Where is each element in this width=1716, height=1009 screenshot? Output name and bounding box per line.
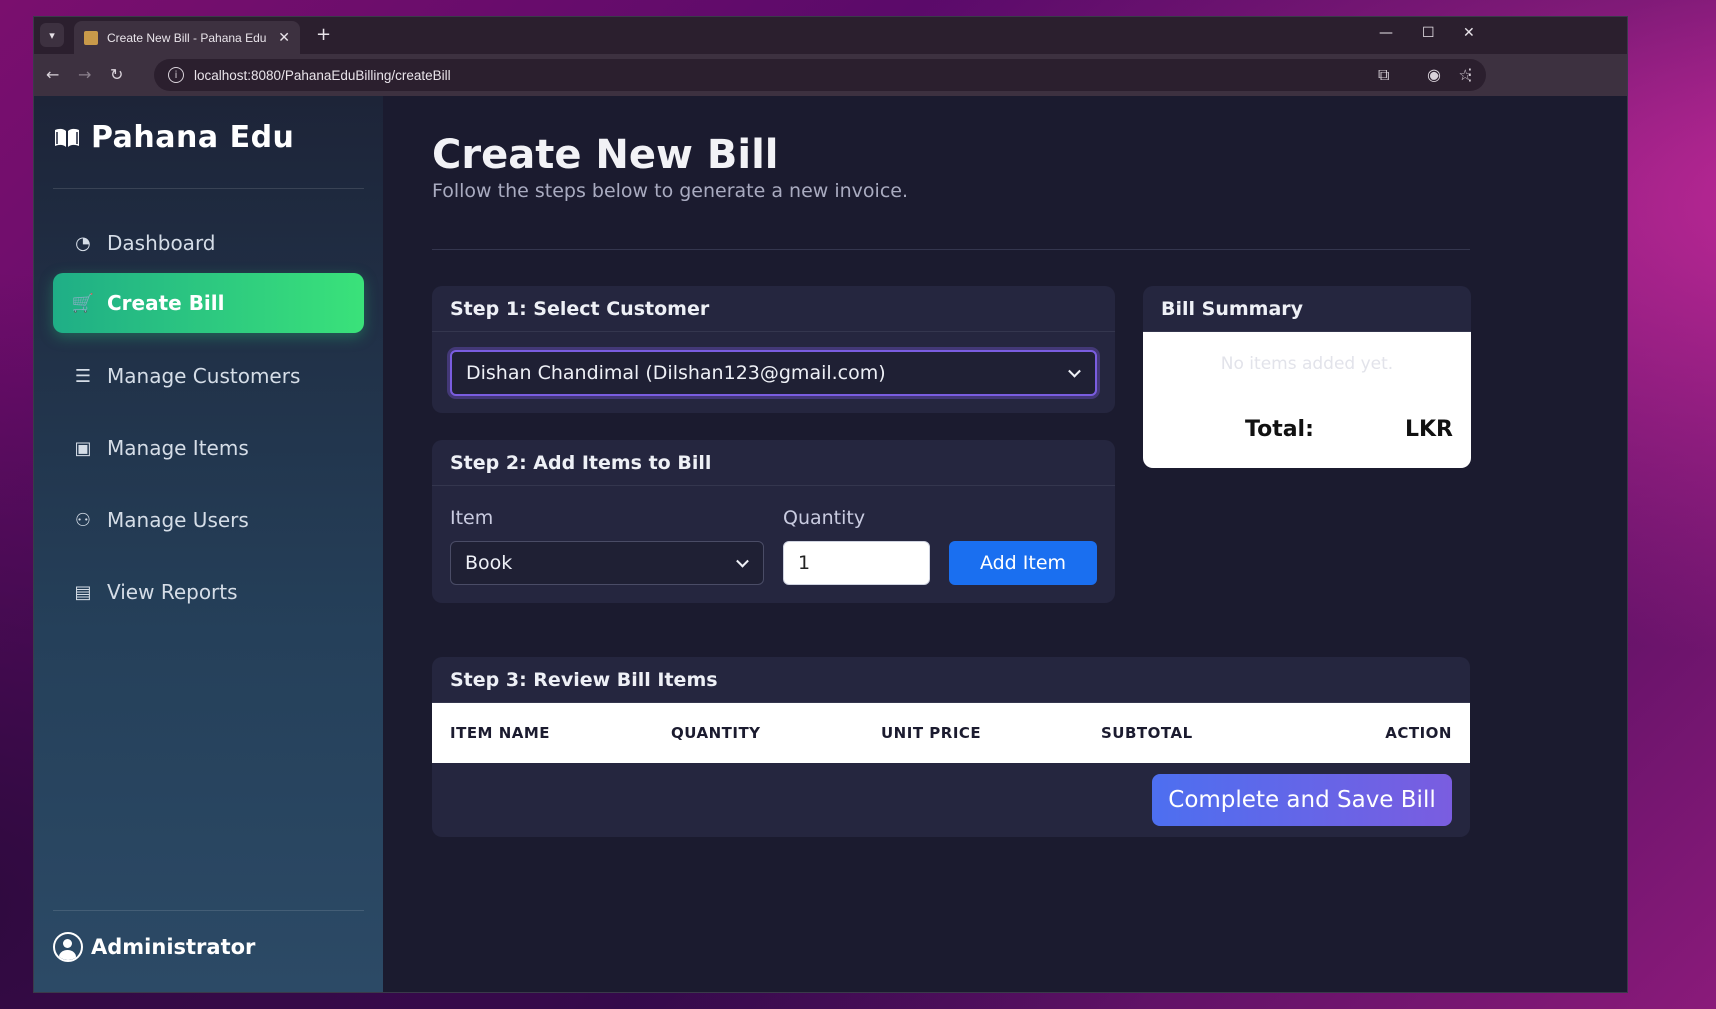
sidebar-item-label: Manage Items: [107, 436, 249, 460]
total-label: Total:: [1245, 417, 1314, 442]
minimize-icon[interactable]: —: [1379, 25, 1393, 41]
browser-toolbar: ← → ↻ i localhost:8080/PahanaEduBilling/…: [34, 54, 1627, 96]
report-icon: ▤: [74, 581, 92, 603]
column-item-name: ITEM NAME: [450, 724, 551, 742]
back-icon[interactable]: ←: [46, 65, 59, 84]
divider: [53, 910, 364, 911]
sidebar-item-manage-users[interactable]: ⚇ Manage Users: [53, 490, 364, 550]
current-user[interactable]: Administrator: [53, 932, 255, 962]
step2-card: Step 2: Add Items to Bill Item Book Quan…: [432, 440, 1115, 603]
address-card-icon: ☰: [74, 365, 92, 387]
item-select-value: Book: [465, 552, 513, 574]
step3-title: Step 3: Review Bill Items: [432, 657, 1470, 703]
column-action: ACTION: [1385, 724, 1452, 742]
new-tab-button[interactable]: +: [316, 24, 331, 45]
user-name: Administrator: [91, 935, 256, 959]
item-select[interactable]: Book: [450, 541, 764, 585]
browser-menu-icon[interactable]: ⋮: [1462, 65, 1478, 84]
summary-title: Bill Summary: [1143, 286, 1471, 332]
close-tab-icon[interactable]: ✕: [278, 30, 290, 46]
page-subtitle: Follow the steps below to generate a new…: [432, 180, 908, 202]
chevron-down-icon: [1068, 364, 1081, 378]
sidebar-item-manage-items[interactable]: ▣ Manage Items: [53, 418, 364, 478]
tab-title: Create New Bill - Pahana Edu: [107, 30, 267, 45]
close-window-icon[interactable]: ✕: [1463, 25, 1475, 41]
page-title: Create New Bill: [432, 132, 779, 178]
favicon-icon: [84, 30, 98, 45]
sidebar-item-label: Create Bill: [107, 291, 225, 315]
total-value: LKR: [1404, 417, 1453, 442]
sidebar-item-label: Manage Customers: [107, 364, 301, 388]
column-quantity: QUANTITY: [671, 724, 761, 742]
customer-select-value: Dishan Chandimal (Dilshan123@gmail.com): [466, 362, 886, 384]
brand[interactable]: Pahana Edu: [53, 120, 294, 155]
reload-icon[interactable]: ↻: [110, 65, 123, 84]
tab-search-button[interactable]: ▾: [40, 23, 64, 47]
book-open-icon: [55, 128, 79, 147]
column-unit-price: UNIT PRICE: [881, 724, 982, 742]
chevron-down-icon: [736, 554, 749, 568]
sidebar-item-label: Manage Users: [107, 508, 249, 532]
browser-tab[interactable]: Create New Bill - Pahana Edu ✕: [74, 21, 300, 54]
sidebar-item-label: Dashboard: [107, 231, 216, 255]
sidebar-item-dashboard[interactable]: ◔ Dashboard: [53, 213, 364, 273]
sidebar-item-label: View Reports: [107, 580, 238, 604]
browser-window: ▾ Create New Bill - Pahana Edu ✕ + — ☐ ✕…: [33, 16, 1628, 993]
bill-items-table-header: ITEM NAME QUANTITY UNIT PRICE SUBTOTAL A…: [432, 703, 1470, 763]
box-icon: ▣: [74, 437, 92, 459]
step1-title: Step 1: Select Customer: [432, 286, 1115, 332]
bill-summary-card: Bill Summary No items added yet. Total: …: [1143, 286, 1471, 468]
step3-card: Step 3: Review Bill Items ITEM NAME QUAN…: [432, 657, 1470, 837]
quantity-value: 1: [798, 552, 811, 574]
gauge-icon: ◔: [75, 232, 91, 254]
main-content: Create New Bill Follow the steps below t…: [383, 96, 1627, 992]
complete-save-bill-button[interactable]: Complete and Save Bill: [1152, 774, 1452, 826]
user-circle-icon: [53, 932, 83, 962]
forward-icon[interactable]: →: [78, 65, 91, 84]
divider: [53, 188, 364, 189]
site-info-icon[interactable]: i: [168, 67, 184, 83]
sidebar-item-manage-customers[interactable]: ☰ Manage Customers: [53, 346, 364, 406]
cart-icon: 🛒: [71, 292, 95, 314]
item-label: Item: [450, 507, 494, 529]
app: Pahana Edu ◔ Dashboard 🛒 Create Bill ☰ M…: [34, 96, 1627, 992]
add-item-button[interactable]: Add Item: [949, 541, 1097, 585]
users-icon: ⚇: [74, 509, 92, 531]
step1-card: Step 1: Select Customer Dishan Chandimal…: [432, 286, 1115, 413]
column-subtotal: SUBTOTAL: [1101, 724, 1193, 742]
maximize-icon[interactable]: ☐: [1422, 25, 1435, 41]
sidebar: Pahana Edu ◔ Dashboard 🛒 Create Bill ☰ M…: [34, 96, 383, 992]
empty-message: No items added yet.: [1220, 354, 1394, 374]
extensions-icon[interactable]: ⧉: [1378, 65, 1389, 85]
summary-body: No items added yet. Total: LKR: [1143, 332, 1471, 468]
customer-select[interactable]: Dishan Chandimal (Dilshan123@gmail.com): [450, 350, 1097, 396]
divider: [432, 249, 1470, 250]
step2-title: Step 2: Add Items to Bill: [432, 440, 1115, 486]
address-bar[interactable]: i localhost:8080/PahanaEduBilling/create…: [154, 59, 1486, 91]
quantity-label: Quantity: [783, 507, 866, 529]
brand-name: Pahana Edu: [91, 120, 295, 155]
tab-strip: ▾ Create New Bill - Pahana Edu ✕ + — ☐ ✕: [34, 17, 1627, 54]
url-text: localhost:8080/PahanaEduBilling/createBi…: [194, 67, 451, 83]
quantity-input[interactable]: 1: [783, 541, 930, 585]
sidebar-item-create-bill[interactable]: 🛒 Create Bill: [53, 273, 364, 333]
profile-icon[interactable]: ◉: [1427, 65, 1441, 84]
sidebar-item-view-reports[interactable]: ▤ View Reports: [53, 562, 364, 622]
